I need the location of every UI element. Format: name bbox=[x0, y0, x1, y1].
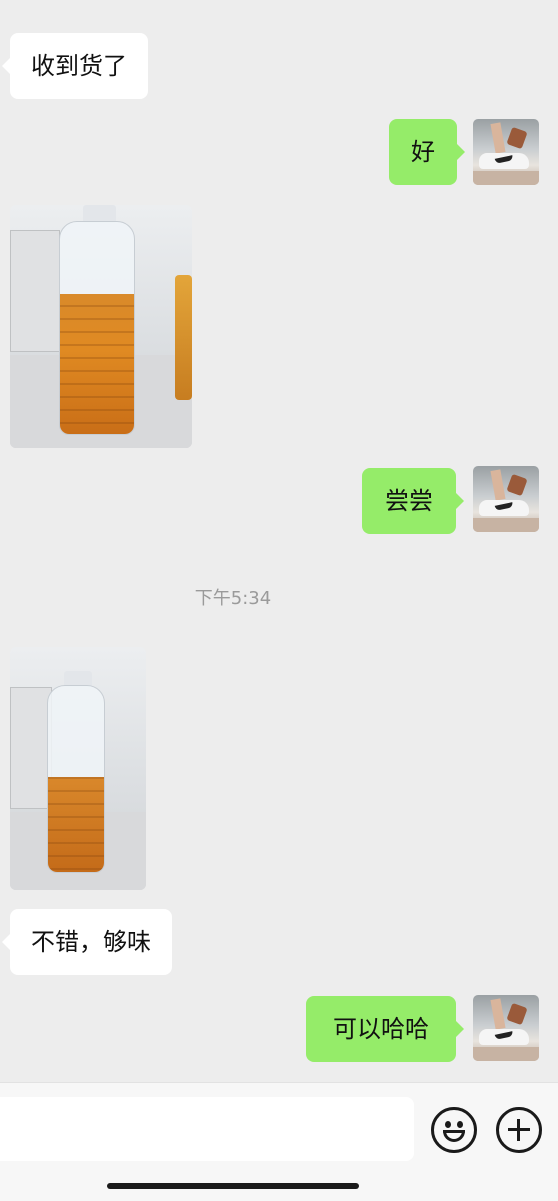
message-input[interactable] bbox=[0, 1097, 414, 1161]
message-timestamp: 下午5:34 bbox=[194, 588, 272, 609]
message-bubble-outgoing[interactable]: 好 bbox=[389, 119, 465, 185]
message-bubble-outgoing[interactable]: 尝尝 bbox=[362, 468, 464, 534]
image-message-bottle[interactable] bbox=[10, 647, 146, 890]
message-bubble-outgoing[interactable]: 可以哈哈 bbox=[306, 996, 464, 1062]
user-avatar[interactable] bbox=[473, 119, 539, 185]
user-avatar[interactable] bbox=[473, 466, 539, 532]
message-bubble-incoming[interactable]: 收到货了 bbox=[2, 33, 148, 99]
message-bubble-incoming[interactable]: 不错，够味 bbox=[2, 909, 172, 975]
image-message-bottle[interactable] bbox=[10, 205, 192, 448]
home-indicator bbox=[107, 1183, 359, 1189]
user-avatar[interactable] bbox=[473, 995, 539, 1061]
plus-icon[interactable] bbox=[496, 1107, 542, 1153]
emoji-icon[interactable] bbox=[431, 1107, 477, 1153]
